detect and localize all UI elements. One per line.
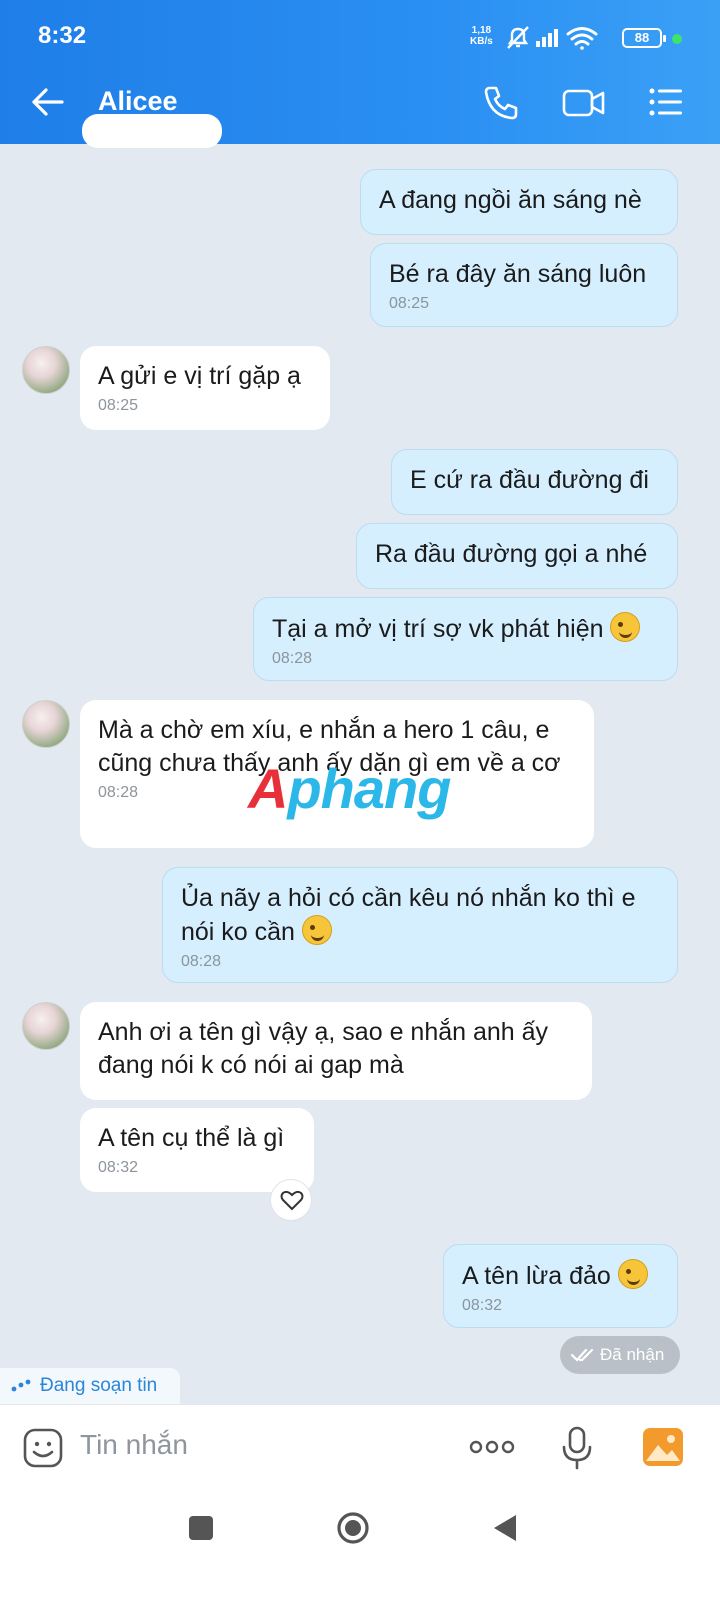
mute-bell-icon <box>507 26 529 49</box>
recent-apps-icon[interactable] <box>186 1513 216 1543</box>
message-text: Ủa nãy a hỏi có cần kêu nó nhắn ko thì e… <box>181 884 636 946</box>
laughing-emoji-icon <box>617 1259 648 1289</box>
message-text: A đang ngồi ăn sáng nè <box>379 186 642 214</box>
watermark-logo: Aphang <box>248 756 451 821</box>
battery-indicator: 88 <box>622 28 666 48</box>
wifi-icon <box>566 27 598 50</box>
contact-name[interactable]: Alicee <box>98 86 178 117</box>
gallery-image-icon[interactable] <box>640 1425 686 1469</box>
laughing-emoji-icon <box>301 915 332 945</box>
message-text: A tên lừa đảo <box>462 1262 611 1290</box>
avatar[interactable] <box>22 1002 70 1050</box>
message-bubble-outgoing[interactable]: Ủa nãy a hỏi có cần kêu nó nhắn ko thì e… <box>162 867 678 983</box>
heart-icon <box>280 1190 304 1211</box>
network-speed-value: 1,18 <box>471 25 492 36</box>
message-time: 08:25 <box>389 295 430 312</box>
status-icons <box>507 26 598 50</box>
watermark-part1: A <box>248 757 288 820</box>
delivered-badge: Đã nhận <box>560 1336 680 1374</box>
message-bubble-outgoing[interactable]: Ra đầu đường gọi a nhé <box>356 523 678 589</box>
double-check-icon <box>570 1348 594 1362</box>
menu-list-icon[interactable] <box>644 80 688 124</box>
message-text: A gửi e vị trí gặp ạ <box>98 362 301 390</box>
avatar[interactable] <box>22 700 70 748</box>
typing-indicator: Đang soạn tin <box>0 1368 180 1404</box>
network-speed: 1,18 KB/s <box>470 25 493 47</box>
privacy-indicator-dot <box>672 34 682 44</box>
message-time: 08:32 <box>98 1159 139 1176</box>
message-bubble-outgoing[interactable]: E cứ ra đầu đường đi <box>391 449 678 515</box>
system-nav-bar <box>0 1490 720 1600</box>
chat-messages[interactable]: A đang ngồi ăn sáng nè Bé ra đây ăn sáng… <box>0 114 720 1436</box>
message-text: Tại a mở vị trí sợ vk phát hiện <box>272 615 604 643</box>
more-options-icon[interactable] <box>468 1437 516 1457</box>
back-arrow-icon[interactable] <box>28 82 68 122</box>
message-text: A tên cụ thể là gì <box>98 1124 285 1152</box>
home-icon[interactable] <box>336 1511 370 1545</box>
video-call-icon[interactable] <box>560 80 608 124</box>
message-text: Anh ơi a tên gì vậy ạ, sao e nhắn anh ấy… <box>98 1018 549 1079</box>
signal-icon <box>536 29 558 47</box>
delivered-label: Đã nhận <box>600 1345 665 1364</box>
react-heart-button[interactable] <box>270 1179 312 1221</box>
typing-dots-icon <box>11 1379 31 1392</box>
message-bubble-incoming[interactable]: A gửi e vị trí gặp ạ 08:25 <box>80 346 330 430</box>
message-bubble-outgoing[interactable]: Tại a mở vị trí sợ vk phát hiện 08:28 <box>253 597 678 681</box>
wink-emoji-icon <box>610 612 641 642</box>
message-bubble-outgoing[interactable]: A đang ngồi ăn sáng nè <box>360 169 678 235</box>
message-time: 08:28 <box>181 953 222 970</box>
watermark-part2: phang <box>287 757 451 820</box>
network-speed-unit: KB/s <box>470 36 493 47</box>
message-time: 08:25 <box>98 397 139 414</box>
message-bubble-incoming[interactable]: Anh ơi a tên gì vậy ạ, sao e nhắn anh ấy… <box>80 1002 592 1100</box>
message-bubble-partial <box>82 114 222 148</box>
message-bubble-outgoing[interactable]: A tên lừa đảo 08:32 <box>443 1244 678 1328</box>
message-text: Bé ra đây ăn sáng luôn <box>389 260 647 288</box>
message-time: 08:28 <box>272 650 313 667</box>
status-time: 8:32 <box>38 22 87 49</box>
typing-label: Đang soạn tin <box>40 1375 158 1396</box>
message-time: 08:32 <box>462 1297 503 1314</box>
message-bubble-outgoing[interactable]: Bé ra đây ăn sáng luôn 08:25 <box>370 243 678 327</box>
message-text: Ra đầu đường gọi a nhé <box>375 540 648 568</box>
microphone-icon[interactable] <box>560 1425 594 1471</box>
message-input[interactable]: Tin nhắn <box>80 1429 188 1461</box>
message-text: E cứ ra đầu đường đi <box>410 466 649 494</box>
back-nav-icon[interactable] <box>490 1512 520 1544</box>
status-bar: 8:32 1,18 KB/s 88 <box>0 0 720 62</box>
avatar[interactable] <box>22 346 70 394</box>
phone-icon[interactable] <box>480 80 524 124</box>
sticker-icon[interactable] <box>22 1427 64 1469</box>
message-input-bar: Tin nhắn <box>0 1404 720 1490</box>
